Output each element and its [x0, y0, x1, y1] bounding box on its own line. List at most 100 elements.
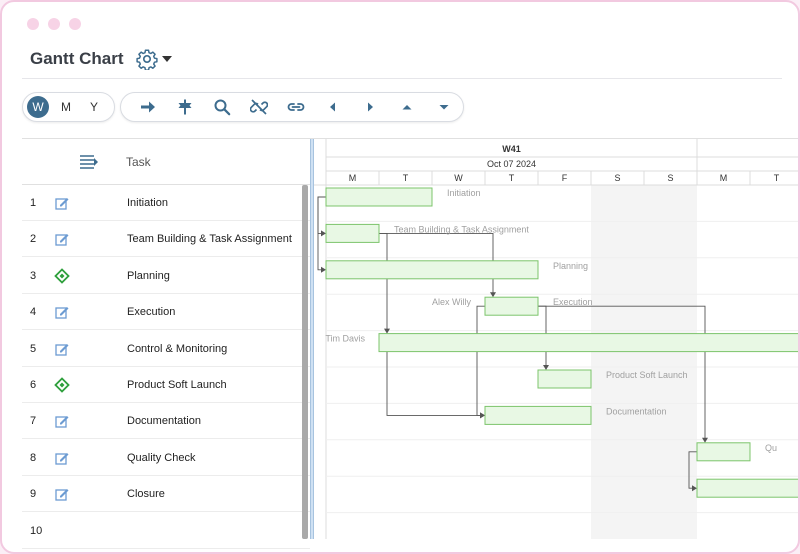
edit-task-icon[interactable]: [54, 341, 70, 357]
table-row[interactable]: 1 Initiation: [22, 185, 310, 221]
edit-task-icon[interactable]: [54, 304, 70, 320]
day-label: S: [667, 173, 673, 183]
move-up-icon[interactable]: [389, 93, 426, 121]
minimize-dot[interactable]: [48, 18, 60, 30]
header-divider: [22, 78, 782, 79]
task-bar[interactable]: [537, 369, 592, 389]
table-row[interactable]: 10: [22, 513, 310, 549]
dependency-link: [379, 232, 388, 331]
day-label: T: [509, 173, 515, 183]
task-name: Documentation: [127, 415, 201, 428]
indent-icon[interactable]: [129, 93, 166, 121]
day-label: F: [562, 173, 568, 183]
milestone-icon[interactable]: [166, 93, 203, 121]
row-number: 4: [30, 306, 37, 319]
vertical-scrollbar[interactable]: [302, 185, 308, 539]
table-row[interactable]: 6 Product Soft Launch: [22, 367, 310, 403]
day-label: W: [454, 173, 463, 183]
move-down-icon[interactable]: [426, 93, 463, 121]
caret-down-icon[interactable]: [161, 54, 173, 64]
scale-option-w[interactable]: W: [27, 96, 49, 118]
week-label: W41: [502, 144, 521, 154]
scale-option-y[interactable]: Y: [83, 96, 105, 118]
table-row[interactable]: 3 Planning: [22, 258, 310, 294]
task-name: Control & Monitoring: [127, 342, 228, 355]
task-bar-label: Initiation: [447, 188, 481, 198]
task-bar[interactable]: [484, 405, 592, 425]
row-number: 7: [30, 415, 37, 428]
table-row[interactable]: 2 Team Building & Task Assignment: [22, 221, 310, 258]
unlink-icon[interactable]: [240, 93, 277, 121]
table-row[interactable]: 8 Quality Check: [22, 440, 310, 476]
task-name: Execution: [127, 306, 176, 319]
timeline-canvas: W41 Oct 07 2024 M T W T F S S M T Initiation Team Bu…: [314, 139, 800, 539]
toolbar: [120, 92, 464, 122]
day-label: S: [614, 173, 620, 183]
edit-task-icon[interactable]: [54, 195, 70, 211]
maximize-dot[interactable]: [69, 18, 81, 30]
task-bar[interactable]: [325, 260, 539, 280]
task-grid-header: Task: [22, 139, 310, 185]
dependency-link: [476, 305, 485, 416]
edit-task-icon[interactable]: [54, 450, 70, 466]
task-name: Product Soft Launch: [127, 379, 227, 391]
row-number: 10: [30, 524, 43, 537]
app-title: Gantt Chart: [30, 49, 124, 68]
scale-option-m[interactable]: M: [55, 96, 77, 118]
task-bar-label: Team Building & Task Assignment: [394, 224, 529, 234]
task-bar[interactable]: [378, 333, 800, 353]
day-label: M: [349, 173, 357, 183]
edit-task-icon[interactable]: [54, 231, 70, 247]
task-bar[interactable]: [484, 296, 539, 316]
task-name: Closure: [127, 488, 165, 501]
milestone-task-icon[interactable]: [54, 268, 70, 284]
task-grid: Task 1 Initiation 2 Team Building & Task As…: [22, 139, 310, 549]
day-label: T: [403, 173, 409, 183]
gear-icon[interactable]: [135, 48, 158, 70]
task-bar-label: Product Soft Launch: [606, 370, 688, 380]
task-bar[interactable]: [696, 478, 800, 498]
column-menu-icon[interactable]: [79, 154, 99, 170]
task-bar-label: Documentation: [606, 406, 667, 416]
column-header-task[interactable]: Task: [126, 155, 151, 169]
task-bar[interactable]: [325, 223, 380, 243]
app-header: Gantt Chart: [30, 48, 173, 70]
milestone-task-icon[interactable]: [54, 377, 70, 393]
table-row[interactable]: 7 Documentation: [22, 403, 310, 440]
link-icon[interactable]: [277, 93, 314, 121]
task-bar[interactable]: [696, 442, 751, 462]
day-label: T: [774, 173, 780, 183]
task-name: Team Building & Task Assignment: [127, 233, 292, 246]
table-row[interactable]: 9 Closure: [22, 476, 310, 513]
edit-task-icon[interactable]: [54, 413, 70, 429]
scroll-right-icon[interactable]: [352, 93, 389, 121]
row-number: 5: [30, 342, 37, 355]
timeline-chart: W41 Oct 07 2024 M T W T F S S M T Initiation Team Bu…: [314, 139, 800, 539]
search-icon[interactable]: [203, 93, 240, 121]
task-name: Quality Check: [127, 451, 196, 464]
row-number: 1: [30, 197, 37, 209]
task-bar[interactable]: [325, 187, 433, 207]
date-label: Oct 07 2024: [487, 159, 536, 169]
row-number: 3: [30, 269, 37, 282]
task-bar-label: Planning: [553, 261, 588, 271]
close-dot[interactable]: [27, 18, 39, 30]
task-name: Initiation: [127, 197, 168, 209]
gantt-grid: Task 1 Initiation 2 Team Building & Task As…: [22, 138, 800, 549]
dependency-link: [386, 351, 482, 416]
edit-task-icon[interactable]: [54, 486, 70, 502]
row-number: 2: [30, 233, 37, 246]
task-bar-label: Execution: [553, 297, 593, 307]
row-number: 6: [30, 379, 37, 391]
dependency-link: [317, 196, 326, 234]
weekend-shade: [591, 185, 644, 539]
scroll-left-icon[interactable]: [315, 93, 352, 121]
table-row[interactable]: 5 Control & Monitoring: [22, 331, 310, 367]
row-number: 9: [30, 488, 37, 501]
table-row[interactable]: 4 Execution: [22, 294, 310, 331]
window-controls: [27, 18, 81, 30]
app-window: Gantt Chart WMY Task 1 Initiation 2 Team…: [0, 0, 800, 554]
resource-label: Alex Willy: [432, 297, 472, 307]
scale-switcher: WMY: [22, 92, 115, 122]
task-bar-label: Qu: [765, 443, 777, 453]
